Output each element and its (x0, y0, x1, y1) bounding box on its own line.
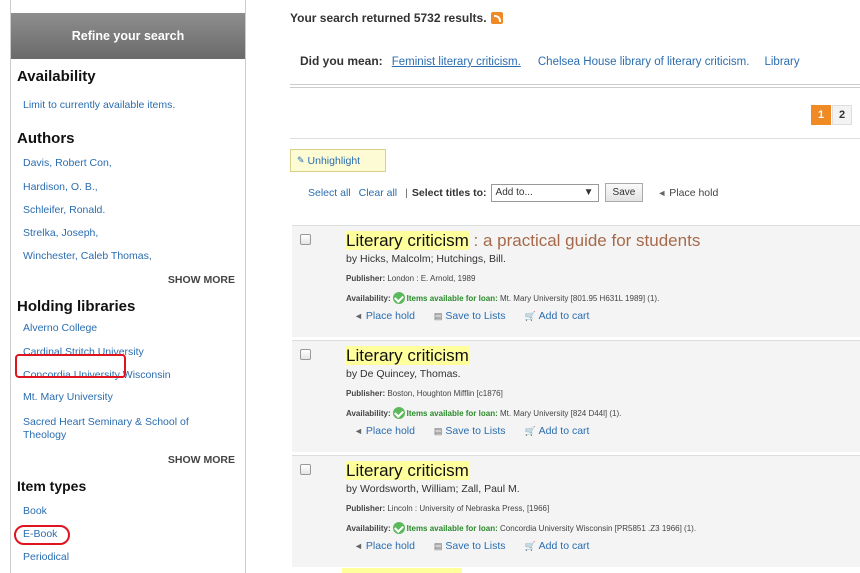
unhighlight-label: Unhighlight (307, 154, 361, 167)
facet-limit-available[interactable]: Limit to currently available items. (11, 99, 175, 112)
facet-library-item[interactable]: Mt. Mary University (11, 391, 113, 404)
facet-author-item[interactable]: Strelka, Joseph, (11, 227, 98, 240)
facet-author-item[interactable]: Hardison, O. B., (11, 181, 98, 194)
result-actions: ◄ Place hold ▤ Save to Lists 🛒 Add to cart (354, 425, 605, 437)
place-hold-toolbar[interactable]: Place hold (669, 187, 718, 199)
suggestion-link[interactable]: Library (764, 56, 799, 68)
save-to-lists-link[interactable]: ▤ Save to Lists (434, 425, 506, 437)
result-item: Literary criticism by De Quincey, Thomas… (292, 340, 860, 452)
results-count-line: Your search returned 5732 results. (290, 11, 503, 25)
did-you-mean: Did you mean: Feminist literary criticis… (300, 54, 800, 68)
add-to-cart-link[interactable]: 🛒 Add to cart (524, 425, 589, 437)
select-all-link[interactable]: Select all (308, 187, 351, 199)
separator: | (405, 186, 408, 199)
hold-icon: ◄ (354, 426, 363, 436)
result-author: by Hicks, Malcolm; Hutchings, Bill. (346, 253, 506, 265)
select-titles-label: Select titles to: (411, 186, 487, 199)
annotation-ellipse (14, 525, 70, 545)
hold-icon: ◄ (354, 311, 363, 321)
divider (290, 84, 860, 85)
did-you-mean-label: Did you mean: (300, 54, 383, 68)
clear-all-link[interactable]: Clear all (359, 187, 398, 199)
facet-author-item[interactable]: Winchester, Caleb Thomas, (11, 250, 152, 263)
facet-type-periodical[interactable]: Periodical (11, 551, 69, 564)
facet-author-item[interactable]: Schleifer, Ronald. (11, 204, 105, 217)
result-item: Literary criticism by Wordsworth, Willia… (292, 455, 860, 567)
facet-heading-item-types: Item types (17, 478, 87, 494)
list-icon: ▤ (433, 541, 443, 551)
result-author: by De Quincey, Thomas. (346, 368, 461, 380)
available-check-icon (392, 292, 405, 304)
list-icon: ▤ (433, 426, 443, 436)
result-publisher: Publisher: London : E. Arnold, 1989 (346, 274, 476, 283)
available-check-icon (392, 522, 405, 534)
divider (290, 138, 860, 139)
unhighlight-button[interactable]: ✎ Unhighlight (290, 149, 386, 172)
facet-author-item[interactable]: Davis, Robert Con, (11, 157, 112, 170)
page-1-button[interactable]: 1 (811, 105, 831, 125)
place-hold-link[interactable]: ◄ Place hold (354, 540, 415, 552)
save-to-lists-link[interactable]: ▤ Save to Lists (434, 310, 506, 322)
result-title[interactable]: Literary criticism (346, 346, 469, 366)
result-item: Literary criticism : a practical guide f… (292, 225, 860, 337)
next-result-title-hint (342, 568, 462, 573)
refine-sidebar: Refine your search Availability Limit to… (10, 0, 246, 573)
result-actions: ◄ Place hold ▤ Save to Lists 🛒 Add to cart (354, 540, 605, 552)
results-area: Your search returned 5732 results. Did y… (290, 0, 860, 573)
place-hold-link[interactable]: ◄ Place hold (354, 425, 415, 437)
place-hold-link[interactable]: ◄ Place hold (354, 310, 415, 322)
result-actions: ◄ Place hold ▤ Save to Lists 🛒 Add to cart (354, 310, 605, 322)
hold-icon: ◄ (657, 187, 667, 198)
results-count: Your search returned 5732 results. (290, 11, 487, 25)
result-availability: Availability: Items available for loan: M… (346, 292, 660, 304)
add-to-value: Add to... (495, 187, 533, 198)
facet-library-item-cont[interactable]: Theology (11, 429, 66, 442)
result-publisher: Publisher: Boston, Houghton Mifflin [c18… (346, 389, 503, 398)
result-checkbox[interactable] (300, 464, 311, 475)
authors-show-more[interactable]: SHOW MORE (168, 274, 245, 286)
pencil-icon: ✎ (297, 155, 305, 165)
facet-heading-availability: Availability (17, 68, 96, 85)
available-check-icon (392, 407, 405, 419)
facet-library-item[interactable]: Sacred Heart Seminary & School of (11, 416, 189, 429)
divider (290, 87, 860, 88)
refine-header: Refine your search (11, 13, 245, 59)
facet-library-item[interactable]: Alverno College (11, 322, 97, 335)
result-availability: Availability: Items available for loan: M… (346, 407, 622, 419)
dropdown-arrow-icon: ▼ (583, 187, 594, 198)
result-author: by Wordsworth, William; Zall, Paul M. (346, 483, 520, 495)
result-publisher: Publisher: Lincoln : University of Nebra… (346, 504, 550, 513)
result-availability: Availability: Items available for loan: C… (346, 522, 697, 534)
rss-icon[interactable] (490, 12, 503, 24)
add-to-cart-link[interactable]: 🛒 Add to cart (524, 540, 589, 552)
add-to-cart-link[interactable]: 🛒 Add to cart (524, 310, 589, 322)
page-2-button[interactable]: 2 (832, 105, 852, 125)
save-button[interactable]: Save (604, 183, 644, 202)
facet-heading-authors: Authors (17, 130, 75, 147)
facet-heading-holding: Holding libraries (17, 298, 136, 315)
facet-type-book[interactable]: Book (11, 505, 47, 518)
suggestion-link[interactable]: Feminist literary criticism. (392, 56, 521, 68)
holding-show-more[interactable]: SHOW MORE (168, 454, 245, 466)
cart-icon: 🛒 (524, 426, 536, 436)
save-to-lists-link[interactable]: ▤ Save to Lists (434, 540, 506, 552)
result-title[interactable]: Literary criticism : a practical guide f… (346, 231, 700, 251)
result-checkbox[interactable] (300, 349, 311, 360)
add-to-select[interactable]: Add to... ▼ (490, 183, 599, 202)
selection-toolbar: Select all Clear all | Select titles to:… (308, 183, 718, 202)
cart-icon: 🛒 (524, 311, 536, 321)
suggestion-link[interactable]: Chelsea House library of literary critic… (538, 56, 750, 68)
result-title[interactable]: Literary criticism (346, 461, 469, 481)
hold-icon: ◄ (354, 541, 363, 551)
annotation-rect (15, 354, 126, 378)
cart-icon: 🛒 (524, 541, 536, 551)
list-icon: ▤ (433, 311, 443, 321)
result-checkbox[interactable] (300, 234, 311, 245)
